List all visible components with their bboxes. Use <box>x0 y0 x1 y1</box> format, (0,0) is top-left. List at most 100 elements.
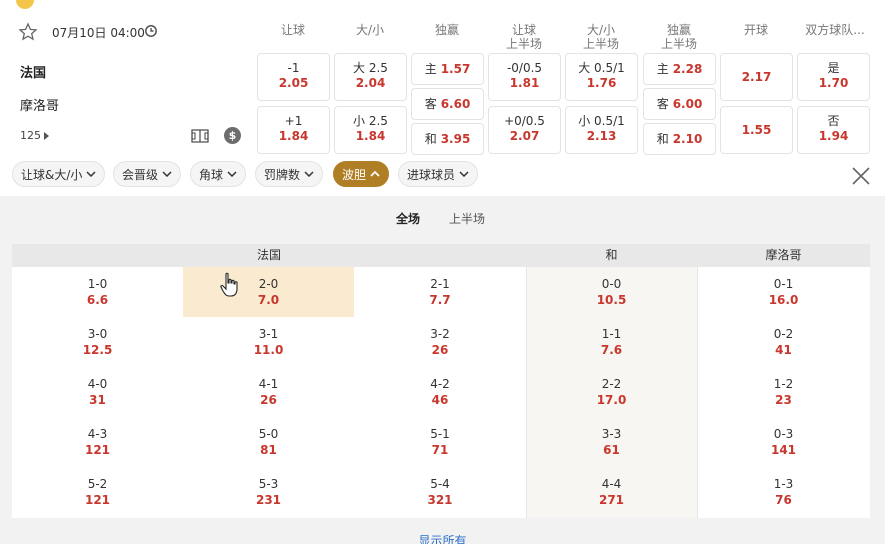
show-all-link[interactable]: 显示所有 <box>0 532 885 544</box>
score-cell[interactable]: 0-0 10.5 <box>526 267 697 317</box>
score-odd: 7.0 <box>257 293 280 307</box>
chip-qualify[interactable]: 会晋级 <box>113 161 182 187</box>
dollar-icon[interactable]: $ <box>224 127 241 144</box>
score-cell[interactable]: 4-2 46 <box>354 367 526 417</box>
score-odd: 141 <box>770 443 797 457</box>
score-cell[interactable]: 4-3 121 <box>12 417 183 467</box>
chip-handicap-overunder[interactable]: 让球&大/小 <box>12 161 106 187</box>
odds-btts-no[interactable]: 否 1.94 <box>797 106 870 154</box>
chip-corners[interactable]: 角球 <box>190 161 247 187</box>
more-markets-count: 125 <box>20 129 41 142</box>
tab-first-half[interactable]: 上半场 <box>449 210 485 227</box>
odds-handicap-1h-away[interactable]: +0/0.5 2.07 <box>488 106 561 154</box>
odds-moneyline-away[interactable]: 客 6.60 <box>411 88 484 120</box>
col-header-overunder-1h: 大/小 上半场 <box>582 23 619 51</box>
score-label: 5-4 <box>430 477 450 491</box>
odds-under-1h[interactable]: 小 0.5/1 2.13 <box>565 106 638 154</box>
close-icon[interactable] <box>850 165 872 187</box>
score-odd: 41 <box>775 343 792 357</box>
odds-under[interactable]: 小 2.5 1.84 <box>334 106 407 154</box>
score-cell[interactable]: 1-2 23 <box>697 367 870 417</box>
odds-kickoff-home[interactable]: 2.17 <box>720 53 793 101</box>
score-label: 1-0 <box>87 277 108 291</box>
score-cell[interactable]: 2-1 7.7 <box>354 267 526 317</box>
score-cell[interactable]: 4-4 271 <box>526 467 697 517</box>
odds-over[interactable]: 大 2.5 2.04 <box>334 53 407 101</box>
more-markets-link[interactable]: 125 <box>20 129 49 142</box>
score-label: 2-2 <box>601 377 622 391</box>
score-label: 1-1 <box>601 327 622 341</box>
score-odd: 121 <box>84 493 111 507</box>
score-label: 2-1 <box>430 277 450 291</box>
score-cell[interactable]: 4-1 26 <box>183 367 354 417</box>
hand-cursor-icon <box>220 272 238 297</box>
odds-over-1h[interactable]: 大 0.5/1 1.76 <box>565 53 638 101</box>
header-home: 法国 <box>256 248 281 262</box>
score-cell[interactable]: 2-2 17.0 <box>526 367 697 417</box>
pitch-icon[interactable] <box>191 128 209 144</box>
score-label: 0-2 <box>773 327 794 341</box>
score-odd: 121 <box>84 443 111 457</box>
score-label: 4-3 <box>87 427 108 441</box>
odds-moneyline-draw[interactable]: 和 3.95 <box>411 123 484 155</box>
score-cell[interactable]: 5-0 81 <box>183 417 354 467</box>
odds-btts-yes[interactable]: 是 1.70 <box>797 53 870 101</box>
score-odd: 271 <box>598 493 625 507</box>
score-odd: 12.5 <box>82 343 113 357</box>
score-label: 0-1 <box>773 277 794 291</box>
odds-moneyline-1h-draw[interactable]: 和 2.10 <box>643 123 716 155</box>
score-odd: 231 <box>255 493 282 507</box>
score-cell[interactable]: 1-0 6.6 <box>12 267 183 317</box>
score-label: 5-2 <box>87 477 108 491</box>
score-label: 4-1 <box>258 377 279 391</box>
score-cell[interactable]: 3-3 61 <box>526 417 697 467</box>
score-cell[interactable]: 0-2 41 <box>697 317 870 367</box>
score-cell[interactable]: 3-1 11.0 <box>183 317 354 367</box>
score-cell[interactable]: 5-4 321 <box>354 467 526 517</box>
chip-bookings[interactable]: 罚牌数 <box>255 161 324 187</box>
header-away: 摩洛哥 <box>765 248 802 262</box>
status-dot <box>16 0 34 9</box>
score-odd: 7.6 <box>600 343 623 357</box>
chip-goalscorer[interactable]: 进球球员 <box>398 161 479 187</box>
score-label: 2-0 <box>258 277 279 291</box>
col-header-overunder: 大/小 <box>355 23 385 37</box>
col-header-btts: 双方球队... <box>805 23 865 37</box>
star-icon[interactable] <box>18 22 38 42</box>
score-label: 4-2 <box>430 377 450 391</box>
odds-moneyline-1h-home[interactable]: 主 2.28 <box>643 53 716 85</box>
odds-moneyline-home[interactable]: 主 1.57 <box>411 53 484 85</box>
chevron-down-icon <box>304 171 314 177</box>
chevron-down-icon <box>162 171 172 177</box>
odds-moneyline-1h-away[interactable]: 客 6.00 <box>643 88 716 120</box>
score-cell[interactable]: 3-2 26 <box>354 317 526 367</box>
chip-correct-score[interactable]: 波胆 <box>333 161 390 187</box>
odds-handicap-away[interactable]: +1 1.84 <box>257 106 330 154</box>
score-cell[interactable]: 0-1 16.0 <box>697 267 870 317</box>
odds-handicap-1h-home[interactable]: -0/0.5 1.81 <box>488 53 561 101</box>
col-header-handicap-1h: 让球 上半场 <box>505 23 542 51</box>
chevron-down-icon <box>227 171 237 177</box>
score-cell[interactable]: 4-0 31 <box>12 367 183 417</box>
score-odd: 46 <box>431 393 449 407</box>
score-cell[interactable]: 5-3 231 <box>183 467 354 517</box>
odds-handicap-home[interactable]: -1 2.05 <box>257 53 330 101</box>
score-cell[interactable]: 1-3 76 <box>697 467 870 517</box>
score-cell[interactable]: 1-1 7.6 <box>526 317 697 367</box>
chevron-up-icon <box>370 171 380 177</box>
caret-right-icon <box>44 132 49 140</box>
score-cell[interactable]: 2-0 7.0 <box>183 267 354 317</box>
table-header: 法国 和 摩洛哥 <box>12 244 870 267</box>
score-odd: 321 <box>427 493 453 507</box>
score-odd: 26 <box>431 343 449 357</box>
tab-full-time[interactable]: 全场 <box>396 210 420 227</box>
header-draw: 和 <box>605 248 618 262</box>
odds-kickoff-away[interactable]: 1.55 <box>720 106 793 154</box>
score-label: 1-2 <box>773 377 794 391</box>
score-odd: 10.5 <box>596 293 627 307</box>
score-cell[interactable]: 0-3 141 <box>697 417 870 467</box>
score-label: 3-0 <box>87 327 108 341</box>
score-cell[interactable]: 5-1 71 <box>354 417 526 467</box>
score-cell[interactable]: 3-0 12.5 <box>12 317 183 367</box>
score-cell[interactable]: 5-2 121 <box>12 467 183 517</box>
